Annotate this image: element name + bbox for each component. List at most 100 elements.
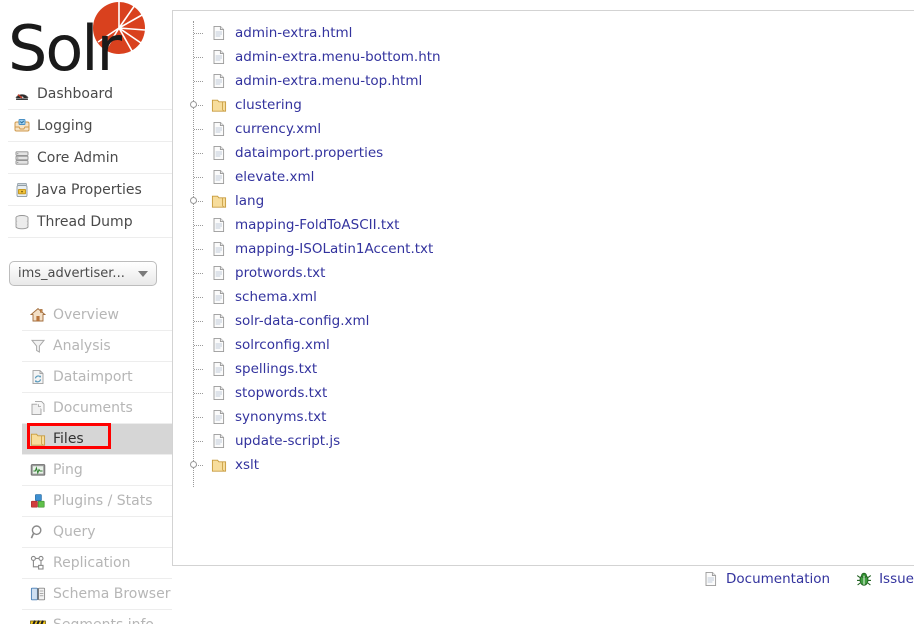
file-icon — [213, 265, 225, 281]
footer: Documentation Issue — [172, 566, 914, 624]
file-tree-item[interactable]: elevate.xml — [189, 165, 441, 189]
sidebar-item-label: Analysis — [53, 338, 111, 354]
book-icon — [30, 587, 46, 601]
sidebar-item-dataimport[interactable]: Dataimport — [22, 362, 172, 393]
file-tree-item[interactable]: lang — [189, 189, 441, 213]
sidebar-item-replication[interactable]: Replication — [22, 548, 172, 579]
file-icon — [213, 73, 225, 89]
file-tree-item[interactable]: schema.xml — [189, 285, 441, 309]
file-icon — [213, 121, 225, 137]
sidebar-item-analysis[interactable]: Analysis — [22, 331, 172, 362]
file-name[interactable]: elevate.xml — [235, 169, 314, 185]
file-tree-item[interactable]: protwords.txt — [189, 261, 441, 285]
file-name[interactable]: synonyms.txt — [235, 409, 326, 425]
file-tree-item[interactable]: dataimport.properties — [189, 141, 441, 165]
file-tree-item[interactable]: mapping-ISOLatin1Accent.txt — [189, 237, 441, 261]
sidebar-item-query[interactable]: Query — [22, 517, 172, 548]
sidebar-item-label: Dataimport — [53, 369, 133, 385]
file-name[interactable]: stopwords.txt — [235, 385, 327, 401]
core-admin-server-icon — [15, 150, 29, 165]
nav-item-logging[interactable]: Logging — [8, 110, 172, 142]
nav-label: Thread Dump — [37, 213, 133, 230]
file-name[interactable]: mapping-ISOLatin1Accent.txt — [235, 241, 433, 257]
file-name[interactable]: lang — [235, 193, 264, 209]
sidebar-item-ping[interactable]: Ping — [22, 455, 172, 486]
chevron-down-icon — [138, 270, 148, 277]
file-tree-item[interactable]: solr-data-config.xml — [189, 309, 441, 333]
home-icon — [30, 308, 46, 322]
sidebar: Solr Dashboard Logging Core Admin Java P… — [0, 0, 172, 624]
file-tree-item[interactable]: solrconfig.xml — [189, 333, 441, 357]
documents-icon — [31, 401, 45, 416]
file-name[interactable]: xslt — [235, 457, 259, 473]
footer-link-label[interactable]: Documentation — [726, 571, 830, 587]
file-name[interactable]: clustering — [235, 97, 302, 113]
file-tree-item[interactable]: spellings.txt — [189, 357, 441, 381]
sidebar-item-label: Overview — [53, 307, 119, 323]
java-jar-icon — [16, 182, 28, 197]
file-name[interactable]: spellings.txt — [235, 361, 317, 377]
file-icon — [213, 313, 225, 329]
file-name[interactable]: admin-extra.menu-bottom.htn — [235, 49, 441, 65]
nav-label: Java Properties — [37, 181, 142, 198]
file-browser-panel: admin-extra.html admin-extra.menu-bottom… — [172, 10, 914, 566]
folder-icon — [30, 433, 46, 446]
nav-item-java-properties[interactable]: Java Properties — [8, 174, 172, 206]
file-tree: admin-extra.html admin-extra.menu-bottom… — [189, 21, 441, 487]
file-name[interactable]: protwords.txt — [235, 265, 325, 281]
footer-link-label[interactable]: Issue — [879, 571, 914, 587]
magnifier-icon — [30, 525, 42, 539]
file-icon — [213, 145, 225, 161]
top-navigation: Dashboard Logging Core Admin Java Proper… — [8, 78, 172, 238]
solr-admin-app: Solr Dashboard Logging Core Admin Java P… — [0, 0, 914, 624]
file-name[interactable]: mapping-FoldToASCII.txt — [235, 217, 399, 233]
nav-item-core-admin[interactable]: Core Admin — [8, 142, 172, 174]
sidebar-item-overview[interactable]: Overview — [22, 300, 172, 331]
sidebar-item-documents[interactable]: Documents — [22, 393, 172, 424]
nav-item-dashboard[interactable]: Dashboard — [8, 78, 172, 110]
file-icon — [213, 217, 225, 233]
file-tree-item[interactable]: mapping-FoldToASCII.txt — [189, 213, 441, 237]
solr-sunburst-icon — [93, 2, 146, 54]
file-icon — [213, 385, 225, 401]
file-name[interactable]: dataimport.properties — [235, 145, 383, 161]
bug-icon — [856, 572, 872, 586]
file-tree-item[interactable]: currency.xml — [189, 117, 441, 141]
file-icon — [213, 289, 225, 305]
sidebar-item-plugins-stats[interactable]: Plugins / Stats — [22, 486, 172, 517]
dataimport-icon — [32, 370, 44, 385]
file-icon — [213, 25, 225, 41]
footer-link-documentation[interactable]: Documentation — [703, 571, 830, 587]
file-tree-item[interactable]: admin-extra.html — [189, 21, 441, 45]
file-name[interactable]: currency.xml — [235, 121, 321, 137]
file-tree-item[interactable]: update-script.js — [189, 429, 441, 453]
sidebar-item-label: Replication — [53, 555, 131, 571]
file-name[interactable]: admin-extra.menu-top.html — [235, 73, 422, 89]
file-name[interactable]: solr-data-config.xml — [235, 313, 369, 329]
sidebar-item-schema-browser[interactable]: Schema Browser — [22, 579, 172, 610]
sidebar-item-label: Segments info — [53, 617, 154, 624]
file-tree-item[interactable]: xslt — [189, 453, 441, 477]
file-tree-item[interactable]: admin-extra.menu-top.html — [189, 69, 441, 93]
folder-icon — [211, 99, 227, 112]
file-icon — [213, 409, 225, 425]
file-name[interactable]: update-script.js — [235, 433, 340, 449]
sidebar-item-segments-info[interactable]: Segments info — [22, 610, 172, 624]
file-icon — [213, 49, 225, 65]
sidebar-item-files[interactable]: Files — [22, 424, 172, 455]
sidebar-item-label: Schema Browser — [53, 586, 171, 602]
core-selector-value: ims_advertiser... — [18, 266, 125, 281]
file-name[interactable]: admin-extra.html — [235, 25, 352, 41]
file-name[interactable]: solrconfig.xml — [235, 337, 330, 353]
file-tree-item[interactable]: stopwords.txt — [189, 381, 441, 405]
sidebar-item-label: Query — [53, 524, 96, 540]
plugins-blocks-icon — [31, 494, 45, 508]
footer-link-issue-tracker[interactable]: Issue — [856, 571, 914, 587]
file-tree-item[interactable]: clustering — [189, 93, 441, 117]
file-name[interactable]: schema.xml — [235, 289, 317, 305]
file-tree-item[interactable]: admin-extra.menu-bottom.htn — [189, 45, 441, 69]
nav-item-thread-dump[interactable]: Thread Dump — [8, 206, 172, 238]
core-selector-dropdown[interactable]: ims_advertiser... — [9, 261, 157, 286]
core-navigation: Overview Analysis Dataimport Documents F… — [22, 300, 172, 624]
file-tree-item[interactable]: synonyms.txt — [189, 405, 441, 429]
